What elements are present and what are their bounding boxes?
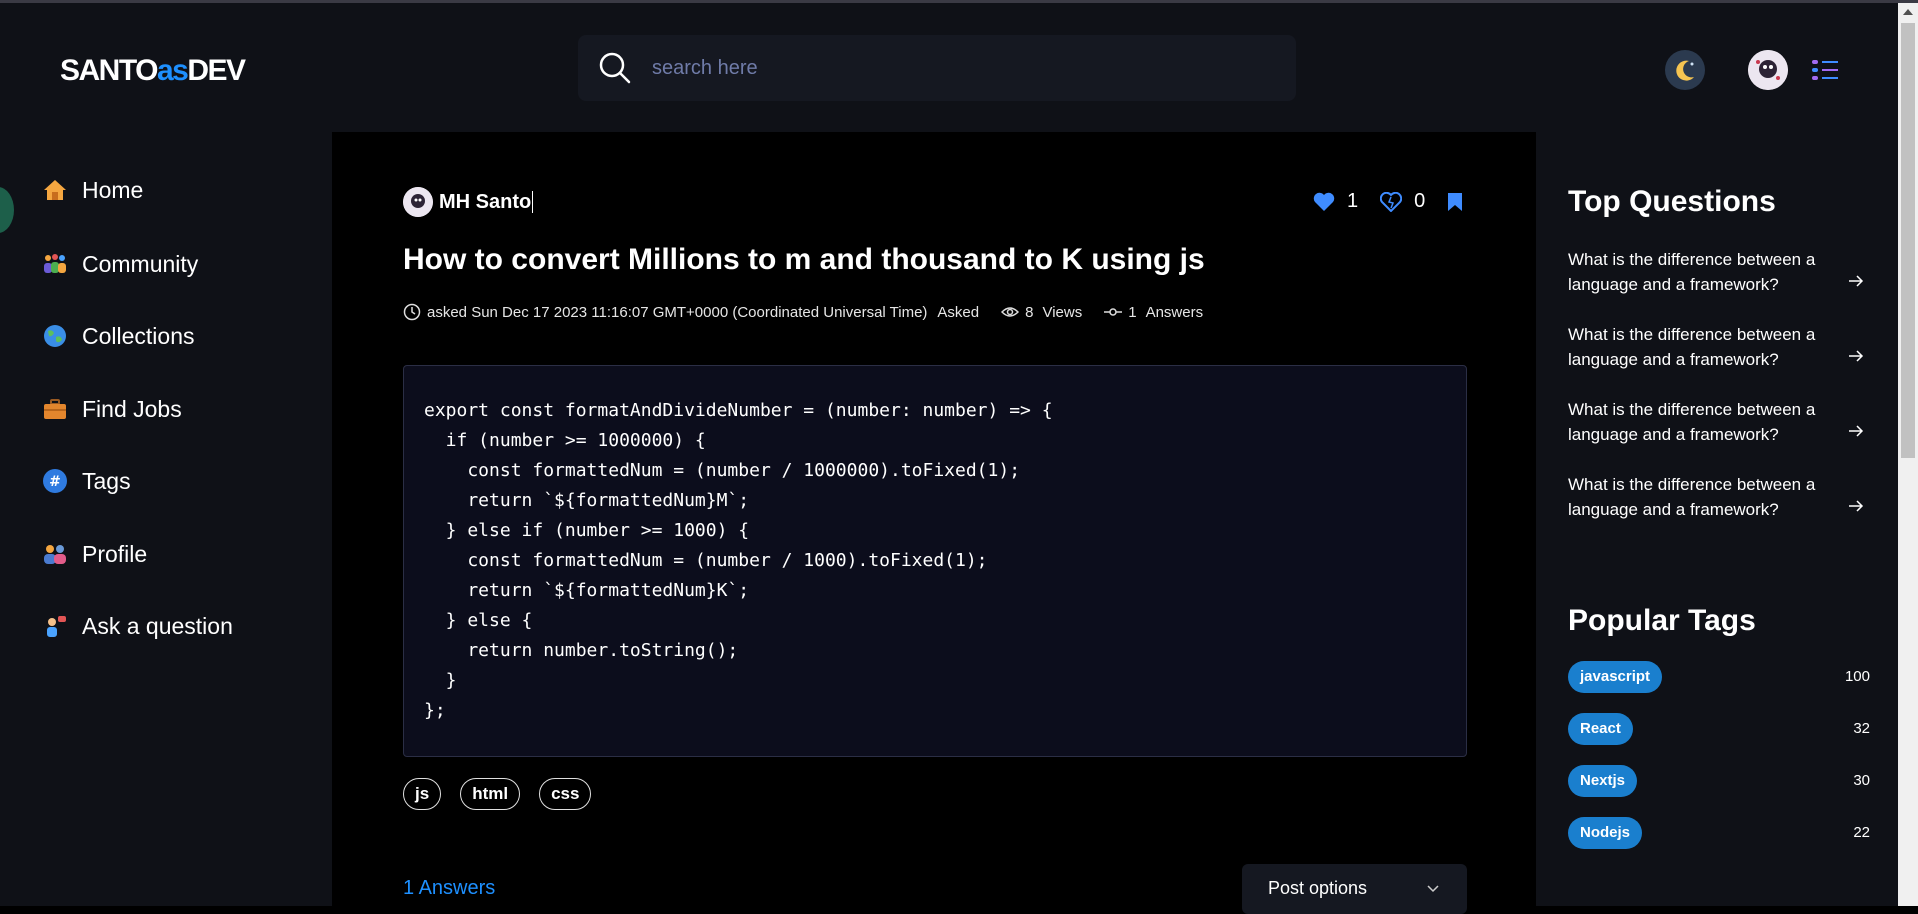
sidebar-item-collections[interactable]: Collections <box>42 316 195 356</box>
answers-label: Answers <box>1145 303 1204 321</box>
tag-badge[interactable]: Nextjs <box>1568 765 1638 797</box>
hashtag-icon: # <box>43 469 67 493</box>
sidebar-item-profile[interactable]: Profile <box>42 534 147 574</box>
search-input[interactable]: search here <box>652 57 758 80</box>
scroll-up-arrow-icon[interactable] <box>1903 9 1913 15</box>
tag-badge[interactable]: Nodejs <box>1568 817 1643 849</box>
bookmark-icon[interactable] <box>1447 192 1463 212</box>
vote-controls: 1 0 <box>1313 190 1463 213</box>
tag-chip[interactable]: css <box>539 778 592 810</box>
arrow-right-icon <box>1849 275 1864 287</box>
code-block: export const formatAndDivideNumber = (nu… <box>403 365 1467 757</box>
tag-count: 100 <box>1844 668 1870 685</box>
arrow-right-icon <box>1849 500 1864 512</box>
tag-chip[interactable]: html <box>460 778 521 810</box>
post-options-select[interactable]: Post options <box>1242 864 1467 914</box>
sidebar-item-ask-question[interactable]: Ask a question <box>42 606 233 646</box>
text-cursor <box>532 191 534 213</box>
upvote-count: 1 <box>1347 190 1359 212</box>
asked-label: Asked <box>937 303 980 321</box>
answers-heading: 1 Answers <box>403 877 496 899</box>
globe-icon <box>44 325 66 347</box>
page-scrollbar[interactable] <box>1898 3 1918 906</box>
tag-badge[interactable]: React <box>1568 713 1633 745</box>
arrow-right-icon <box>1849 425 1864 437</box>
sidebar-floating-handle[interactable] <box>0 187 14 233</box>
downvote-count: 0 <box>1414 190 1426 212</box>
theme-toggle-moon-icon[interactable] <box>1665 50 1705 90</box>
question-title: How to convert Millions to m and thousan… <box>403 243 1205 276</box>
downvote-heart-icon[interactable] <box>1380 191 1403 212</box>
upvote-heart-icon[interactable] <box>1313 192 1335 212</box>
eye-icon <box>1001 307 1020 317</box>
clock-icon <box>403 303 421 321</box>
top-questions-title: Top Questions <box>1568 185 1776 218</box>
question-tags: js html css <box>403 778 610 810</box>
answers-count: 1 <box>1128 303 1137 321</box>
chevron-down-icon <box>1427 885 1439 893</box>
scrollbar-thumb[interactable] <box>1901 23 1915 458</box>
tag-count: 32 <box>1853 720 1870 737</box>
tag-count: 22 <box>1853 824 1870 841</box>
answers-icon <box>1104 308 1123 316</box>
site-logo[interactable]: SANTOasDEV <box>60 54 246 88</box>
search-icon <box>599 52 631 84</box>
sidebar-item-find-jobs[interactable]: Find Jobs <box>42 389 182 429</box>
sidebar-item-tags[interactable]: # Tags <box>42 461 131 501</box>
top-question-link[interactable]: What is the difference between a languag… <box>1568 397 1868 447</box>
sidebar-item-home[interactable]: Home <box>42 170 143 210</box>
menu-list-icon[interactable] <box>1812 59 1840 83</box>
briefcase-icon <box>44 399 66 419</box>
question-meta: asked Sun Dec 17 2023 11:16:07 GMT+0000 … <box>403 303 1203 321</box>
tag-count: 30 <box>1853 772 1870 789</box>
tag-chip[interactable]: js <box>403 778 442 810</box>
views-count: 8 <box>1025 303 1034 321</box>
arrow-right-icon <box>1849 350 1864 362</box>
top-question-link[interactable]: What is the difference between a languag… <box>1568 472 1868 522</box>
author-name: MH Santo <box>439 190 532 213</box>
author-avatar <box>403 187 433 217</box>
sidebar-item-community[interactable]: Community <box>42 244 198 284</box>
top-navbar: SANTOasDEV search here <box>0 3 1898 132</box>
asked-date: asked Sun Dec 17 2023 11:16:07 GMT+0000 … <box>427 303 928 321</box>
post-options-label: Post options <box>1268 878 1368 898</box>
top-question-link[interactable]: What is the difference between a languag… <box>1568 247 1868 297</box>
question-author[interactable]: MH Santo <box>403 187 534 217</box>
user-avatar[interactable] <box>1748 50 1788 90</box>
svg-text:#: # <box>49 474 61 490</box>
tag-badge[interactable]: javascript <box>1568 661 1663 693</box>
global-search[interactable]: search here <box>578 35 1296 101</box>
top-question-link[interactable]: What is the difference between a languag… <box>1568 322 1868 372</box>
users-icon <box>44 545 66 564</box>
community-icon <box>44 254 66 273</box>
views-label: Views <box>1042 303 1083 321</box>
popular-tags-title: Popular Tags <box>1568 604 1756 637</box>
home-icon <box>44 180 66 200</box>
ask-icon <box>47 616 66 637</box>
